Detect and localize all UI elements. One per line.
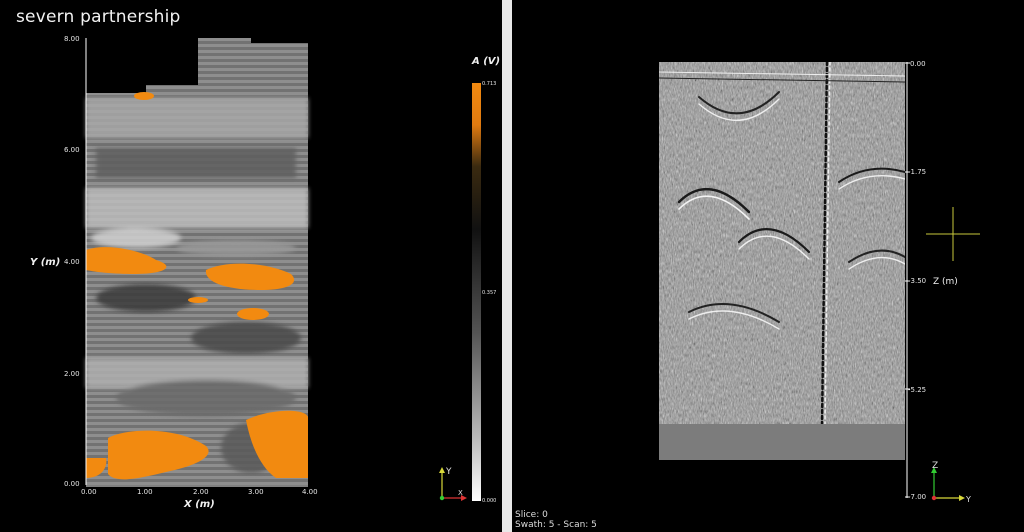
plan-view-panel[interactable]: severn partnership 8.00 6.00 4.00 2.00 0… bbox=[0, 0, 502, 532]
orientation-axes-icon: Y X bbox=[439, 467, 467, 501]
orientation-y2-label: Y bbox=[965, 495, 971, 504]
colorbar[interactable] bbox=[472, 83, 482, 501]
x-tick-0: 0.00 bbox=[81, 488, 97, 496]
colorbar-mid-label: 0.357 bbox=[482, 290, 497, 296]
x-tick-3: 3.00 bbox=[248, 488, 264, 496]
status-swath-scan: Swath: 5 - Scan: 5 bbox=[515, 520, 597, 530]
y-tick-8: 8.00 bbox=[64, 35, 80, 43]
orientation-z-label: Z bbox=[932, 461, 938, 471]
y-tick-0: 0.00 bbox=[64, 480, 80, 488]
colorbar-max-label: 0.713 bbox=[482, 81, 497, 87]
plan-view-map[interactable] bbox=[86, 37, 308, 485]
z-tick-0: 0.00 bbox=[910, 60, 926, 68]
z-tick-4: -7.00 bbox=[908, 493, 927, 501]
section-view-panel[interactable]: 0.00 -1.75 -3.50 -5.25 -7.00 Z (m) Z Y S… bbox=[512, 0, 1024, 532]
x-axis-label: X (m) bbox=[184, 499, 215, 510]
brand-title: severn partnership bbox=[16, 7, 181, 27]
y-tick-6: 6.00 bbox=[64, 146, 80, 154]
orientation-y-label: Y bbox=[445, 467, 452, 477]
x-tick-1: 1.00 bbox=[137, 488, 153, 496]
radargram[interactable] bbox=[659, 62, 905, 460]
y-tick-4: 4.00 bbox=[64, 258, 80, 266]
x-tick-2: 2.00 bbox=[193, 488, 209, 496]
y-axis-label: Y (m) bbox=[30, 257, 61, 268]
z-axis-label: Z (m) bbox=[933, 277, 958, 287]
crosshair-icon[interactable] bbox=[926, 207, 980, 261]
y-axis bbox=[85, 38, 87, 485]
z-tick-1: -1.75 bbox=[908, 168, 927, 176]
z-tick-3: -5.25 bbox=[908, 386, 927, 394]
y-tick-2: 2.00 bbox=[64, 370, 80, 378]
z-tick-2: -3.50 bbox=[908, 277, 927, 285]
section-orientation-axes-icon: Z Y bbox=[931, 461, 971, 504]
colorbar-title: A (V) bbox=[472, 56, 501, 67]
panel-divider[interactable] bbox=[502, 0, 512, 532]
orientation-x-label: X bbox=[458, 489, 463, 497]
colorbar-min-label: 0.000 bbox=[482, 498, 497, 504]
x-tick-4: 4.00 bbox=[302, 488, 318, 496]
